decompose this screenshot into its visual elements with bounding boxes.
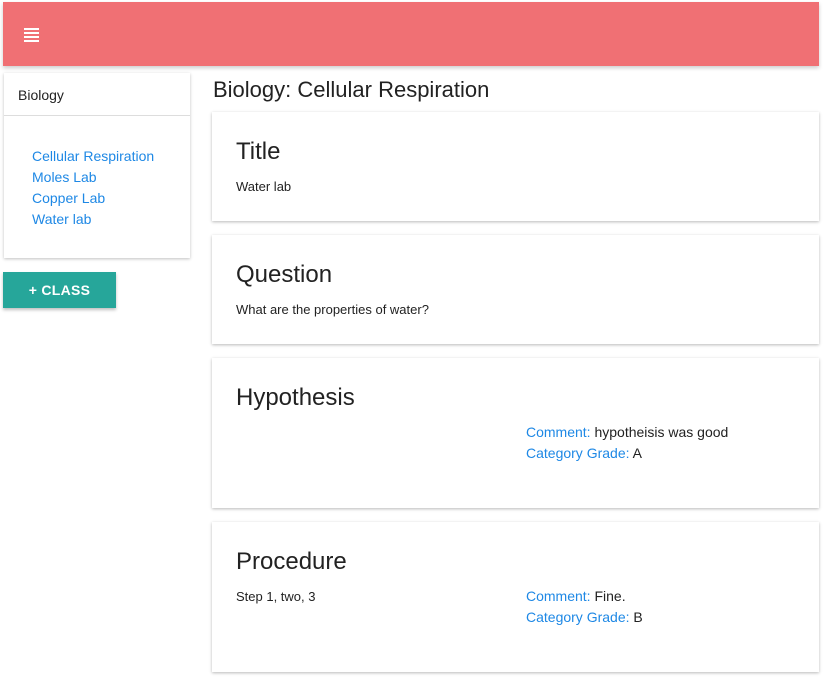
- hypothesis-section-card: Hypothesis Comment: hypotheisis was good…: [212, 358, 819, 508]
- page-title: Biology: Cellular Respiration: [213, 77, 490, 102]
- procedure-comment-row: Comment: Fine.: [526, 586, 643, 607]
- class-sidebar-card: Biology Cellular Respiration Moles Lab C…: [4, 73, 190, 258]
- title-section-heading: Title: [236, 138, 281, 165]
- question-section-heading: Question: [236, 261, 333, 288]
- hypothesis-comment-row: Comment: hypotheisis was good: [526, 422, 728, 443]
- lab-list: Cellular Respiration Moles Lab Copper La…: [4, 116, 190, 230]
- comment-value: hypotheisis was good: [594, 424, 729, 440]
- lab-link-moles-lab[interactable]: Moles Lab: [32, 167, 190, 188]
- add-class-button[interactable]: + CLASS: [3, 272, 116, 308]
- comment-label: Comment:: [526, 424, 591, 440]
- question-section-card: Question What are the properties of wate…: [212, 235, 819, 344]
- category-grade-value: A: [632, 445, 642, 461]
- comment-label: Comment:: [526, 588, 591, 604]
- procedure-grade-row: Category Grade: B: [526, 607, 643, 628]
- hypothesis-grade-row: Category Grade: A: [526, 443, 728, 464]
- comment-value: Fine.: [594, 588, 626, 604]
- category-grade-label: Category Grade:: [526, 445, 630, 461]
- procedure-feedback: Comment: Fine. Category Grade: B: [526, 586, 643, 628]
- procedure-section-heading: Procedure: [236, 548, 347, 575]
- hypothesis-section-heading: Hypothesis: [236, 384, 355, 411]
- title-section-text: Water lab: [236, 179, 292, 194]
- hypothesis-feedback: Comment: hypotheisis was good Category G…: [526, 422, 728, 464]
- procedure-section-text: Step 1, two, 3: [236, 589, 316, 604]
- category-grade-value: B: [633, 609, 643, 625]
- lab-link-cellular-respiration[interactable]: Cellular Respiration: [32, 146, 190, 167]
- question-section-text: What are the properties of water?: [236, 302, 429, 317]
- lab-link-water-lab[interactable]: Water lab: [32, 209, 190, 230]
- hamburger-menu-icon[interactable]: [19, 22, 43, 46]
- title-section-card: Title Water lab: [212, 112, 819, 221]
- lab-link-copper-lab[interactable]: Copper Lab: [32, 188, 190, 209]
- procedure-section-card: Procedure Step 1, two, 3 Comment: Fine. …: [212, 522, 819, 672]
- class-heading: Biology: [4, 73, 190, 116]
- top-app-bar: [3, 2, 819, 66]
- category-grade-label: Category Grade:: [526, 609, 630, 625]
